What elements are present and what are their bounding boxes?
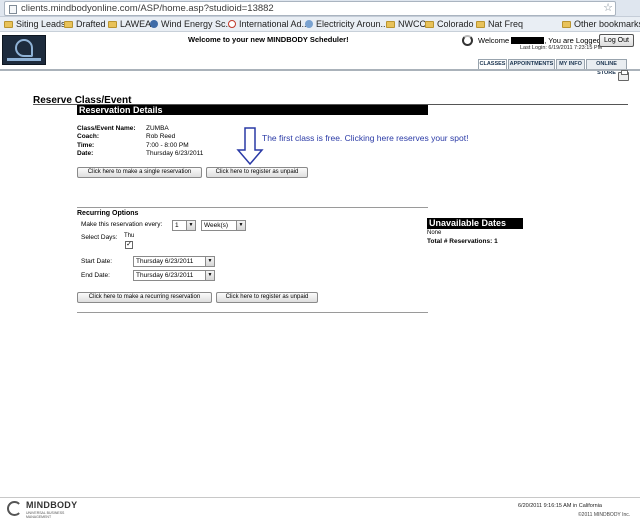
welcome-banner: Welcome to your new MINDBODY Scheduler! [188,35,349,44]
time-label: Time: [77,142,95,149]
tab-my-info[interactable]: MY INFO [556,59,585,69]
welcome-user: Welcome , You are Logged In [478,36,610,45]
class-value: ZUMBA [146,125,169,132]
url-text: clients.mindbodyonline.com/ASP/home.asp?… [21,3,274,14]
bookmarks-bar: Siting Leads Drafted LAWEA Wind Energy S… [0,17,640,32]
every-label: Make this reservation every: [81,221,163,228]
recurring-register-unpaid-button[interactable]: Click here to register as unpaid [216,292,318,303]
register-unpaid-button[interactable]: Click here to register as unpaid [206,167,308,178]
footer-copyright: ©2011 MINDBODY Inc. [578,512,631,518]
end-date-select[interactable]: Thursday 6/23/2011 ▼ [133,270,215,281]
footer-brand: MINDBODY [26,500,78,510]
folder-icon [386,21,395,28]
class-label: Class/Event Name: [77,125,136,132]
redacted-username [511,37,545,44]
folder-icon [108,21,117,28]
single-reservation-button[interactable]: Click here to make a single reservation [77,167,202,178]
tab-classes[interactable]: CLASSES [478,59,507,69]
every-unit-select[interactable]: Week(s) ▼ [201,220,246,231]
loading-icon [462,35,473,46]
site-favicon-icon [228,20,236,28]
header-divider [0,69,640,71]
tab-appointments[interactable]: APPOINTMENTS [508,59,555,69]
coach-value: Rob Reed [146,133,176,140]
footer-timestamp: 6/20/2011 9:16:15 AM in California [518,503,602,509]
bookmark-other[interactable]: Other bookmarks [562,18,640,31]
folder-icon [562,21,571,28]
start-date-select[interactable]: Thursday 6/23/2011 ▼ [133,256,215,267]
recurring-reservation-button[interactable]: Click here to make a recurring reservati… [77,292,212,303]
recurring-options-title: Recurring Options [77,210,139,217]
annotation-callout: The first class is free. Clicking here r… [262,133,469,143]
page-icon [9,5,17,14]
date-value: Thursday 6/23/2011 [146,150,204,157]
bookmark-international[interactable]: International Ad... [228,18,309,31]
folder-icon [64,21,73,28]
bookmark-siting-leads[interactable]: Siting Leads [4,18,66,31]
time-value: 7:00 - 8:00 PM [146,142,189,149]
footer-divider [0,497,640,498]
studio-logo[interactable] [2,35,46,65]
chevron-down-icon: ▼ [186,221,195,230]
select-days-label: Select Days: [81,234,118,241]
site-favicon-icon [305,20,313,28]
print-icon[interactable] [618,70,629,81]
logout-button[interactable]: Log Out [599,34,634,47]
chevron-down-icon: ▼ [236,221,245,230]
address-bar: clients.mindbodyonline.com/ASP/home.asp?… [0,0,640,17]
date-label: Date: [77,150,94,157]
end-date-label: End Date: [81,272,110,279]
bookmark-nwcc[interactable]: NWCC [386,18,426,31]
total-reservations: Total # Reservations: 1 [427,238,498,245]
day-thu-checkbox[interactable]: ✓ [125,241,133,249]
bookmark-colorado[interactable]: Colorado [425,18,474,31]
unavailable-none: None [427,230,442,236]
bookmark-lawea[interactable]: LAWEA [108,18,151,31]
bookmark-wind-energy[interactable]: Wind Energy Sc... [150,18,233,31]
site-favicon-icon [150,20,158,28]
logo-mark-icon [15,39,33,57]
coach-label: Coach: [77,133,100,140]
bookmark-electricity[interactable]: Electricity Aroun... [305,18,388,31]
start-date-label: Start Date: [81,258,113,265]
folder-icon [4,21,13,28]
section-divider-bottom [77,312,428,313]
tab-online-store[interactable]: ONLINE STORE [586,59,627,76]
folder-icon [476,21,485,28]
bookmark-drafted[interactable]: Drafted [64,18,106,31]
day-thu-label: Thu [124,233,135,239]
unavailable-dates-header: Unavailable Dates [427,218,523,229]
annotation-arrow-icon [236,127,264,166]
section-divider [77,207,428,208]
chevron-down-icon: ▼ [205,257,214,266]
reservation-details-header: Reservation Details [77,105,428,115]
folder-icon [425,21,434,28]
every-count-select[interactable]: 1 ▼ [172,220,196,231]
bookmark-nat-freq[interactable]: Nat Freq [476,18,523,31]
footer-tagline: UNIVERSAL BUSINESS MANAGEMENT [26,511,65,519]
url-field[interactable]: clients.mindbodyonline.com/ASP/home.asp?… [4,1,616,16]
chevron-down-icon: ▼ [205,271,214,280]
mindbody-logo-icon [7,501,22,516]
last-login: Last Login: 6/19/2011 7:23:15 PM [520,45,603,51]
bookmark-star-icon[interactable]: ☆ [603,2,613,15]
